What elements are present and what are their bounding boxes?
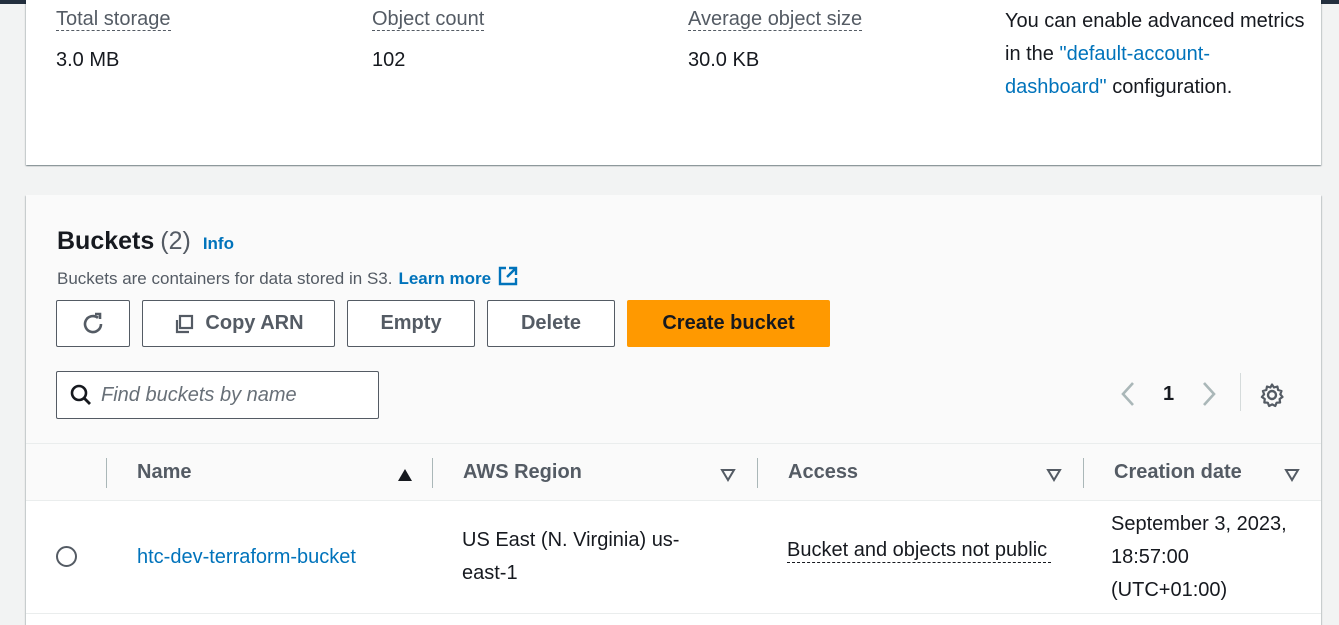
create-bucket-button[interactable]: Create bucket xyxy=(627,300,830,347)
page-number[interactable]: 1 xyxy=(1163,383,1174,406)
external-link-icon[interactable] xyxy=(497,265,519,292)
delete-button[interactable]: Delete xyxy=(487,300,615,347)
column-divider xyxy=(1083,458,1084,488)
metric-total-storage: Total storage 3.0 MB xyxy=(56,8,171,72)
bucket-name-cell: htc-dev-terraform-bucket xyxy=(137,541,356,574)
sort-icon[interactable] xyxy=(720,465,736,488)
metric-value: 30.0 KB xyxy=(688,49,760,71)
gear-icon[interactable] xyxy=(1259,382,1285,413)
bucket-count: (2) xyxy=(160,227,191,255)
search-icon xyxy=(69,383,93,407)
bucket-name-link[interactable]: htc-dev-terraform-bucket xyxy=(137,546,356,568)
column-header-name[interactable]: Name xyxy=(137,444,417,501)
empty-button[interactable]: Empty xyxy=(347,300,475,347)
sort-ascending-icon[interactable] xyxy=(397,465,413,488)
access-status[interactable]: Bucket and objects not public xyxy=(787,538,1051,563)
note-suffix: configuration. xyxy=(1112,76,1233,98)
refresh-icon xyxy=(80,311,106,337)
column-header-region[interactable]: AWS Region xyxy=(463,444,736,501)
row-select-radio[interactable] xyxy=(56,546,77,567)
panel-title: Buckets xyxy=(57,227,155,255)
learn-more-link[interactable]: Learn more xyxy=(398,269,491,289)
column-label: AWS Region xyxy=(463,461,582,483)
metric-label[interactable]: Total storage xyxy=(56,8,171,31)
bucket-access-cell: Bucket and objects not public xyxy=(787,534,1051,567)
column-label: Access xyxy=(788,461,859,483)
next-page-icon[interactable] xyxy=(1200,381,1218,407)
search-input[interactable] xyxy=(101,383,361,407)
refresh-button[interactable] xyxy=(56,300,130,347)
column-header-creation-date[interactable]: Creation date xyxy=(1114,444,1300,501)
metric-label[interactable]: Average object size xyxy=(688,8,863,31)
buckets-header: Buckets (2) Info xyxy=(57,227,234,256)
copy-arn-button[interactable]: Copy ARN xyxy=(142,300,335,347)
empty-label: Empty xyxy=(380,312,442,334)
metric-value: 102 xyxy=(372,49,406,71)
pagination-divider xyxy=(1240,373,1241,411)
description-text: Buckets are containers for data stored i… xyxy=(57,268,393,288)
column-label: Name xyxy=(137,461,192,483)
delete-label: Delete xyxy=(520,312,582,334)
copy-arn-label: Copy ARN xyxy=(205,312,304,334)
bucket-region-cell: US East (N. Virginia) us-east-1 xyxy=(462,529,680,584)
find-buckets-search[interactable] xyxy=(56,371,379,419)
column-divider xyxy=(432,458,433,488)
buckets-panel: Buckets (2) Info Buckets are containers … xyxy=(26,195,1321,625)
sort-icon[interactable] xyxy=(1284,465,1300,488)
sort-icon[interactable] xyxy=(1046,465,1062,488)
column-divider xyxy=(757,458,758,488)
copy-icon xyxy=(173,313,195,335)
metric-object-count: Object count 102 xyxy=(372,8,485,72)
pagination: 1 xyxy=(1119,381,1218,407)
bucket-creation-date-cell: September 3, 2023, 18:57:00 (UTC+01:00) xyxy=(1111,513,1287,601)
table-row: htc-dev-terraform-bucket US East (N. Vir… xyxy=(26,501,1321,614)
panel-description: Buckets are containers for data stored i… xyxy=(57,265,519,292)
metric-average-object-size: Average object size 30.0 KB xyxy=(688,8,863,72)
create-bucket-label: Create bucket xyxy=(662,312,795,334)
metric-value: 3.0 MB xyxy=(56,49,120,71)
column-divider xyxy=(106,458,107,488)
storage-metrics-card: Total storage 3.0 MB Object count 102 Av… xyxy=(26,0,1321,165)
metric-label[interactable]: Object count xyxy=(372,8,485,31)
info-link[interactable]: Info xyxy=(203,234,234,254)
table-header: Name AWS Region Access Creation date xyxy=(26,443,1321,501)
advanced-metrics-note: You can enable advanced metrics in the "… xyxy=(1005,5,1305,104)
column-label: Creation date xyxy=(1114,461,1242,483)
previous-page-icon[interactable] xyxy=(1119,381,1137,407)
column-header-access[interactable]: Access xyxy=(788,444,1062,501)
